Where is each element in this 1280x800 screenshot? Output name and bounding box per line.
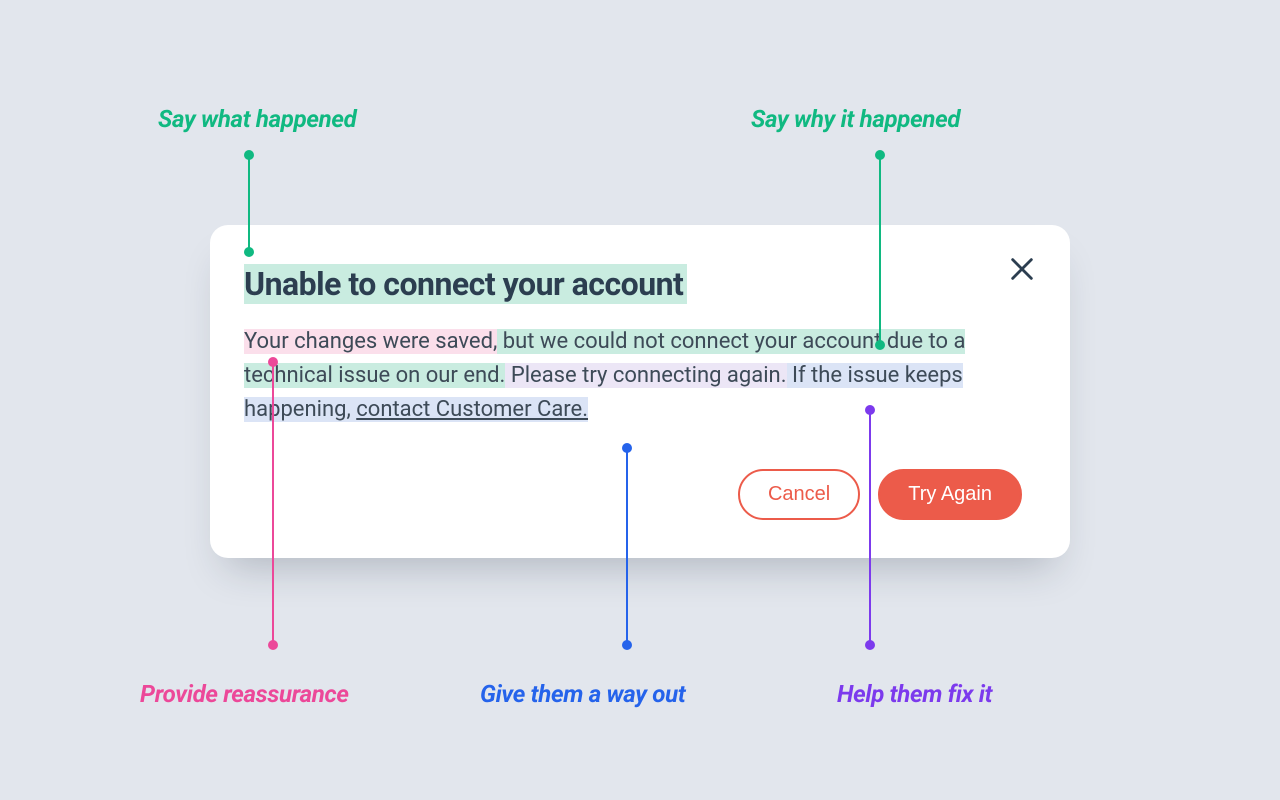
annotation-provide-reassurance: Provide reassurance <box>140 680 349 708</box>
dialog-title: Unable to connect your account <box>244 264 687 304</box>
annotation-give-way-out: Give them a way out <box>480 680 685 708</box>
annotation-say-what-happened: Say what happened <box>158 105 356 133</box>
close-button[interactable] <box>1008 255 1036 283</box>
dialog-actions: Cancel Try Again <box>244 469 1022 520</box>
error-dialog: Unable to connect your account Your chan… <box>210 225 1070 558</box>
contact-customer-care-link[interactable]: contact Customer Care. <box>356 397 588 422</box>
annotation-say-why-happened: Say why it happened <box>751 105 960 133</box>
stage: Say what happened Say why it happened Un… <box>0 0 1280 800</box>
annotation-help-fix-it: Help them fix it <box>837 680 992 708</box>
close-icon <box>1008 255 1036 283</box>
segment-reassurance: Your changes were saved, <box>244 329 497 354</box>
cancel-button[interactable]: Cancel <box>738 469 860 520</box>
try-again-button[interactable]: Try Again <box>878 469 1022 520</box>
segment-fix-it: Please try connecting again. <box>505 363 786 388</box>
dialog-body: Your changes were saved, but we could no… <box>244 325 986 427</box>
